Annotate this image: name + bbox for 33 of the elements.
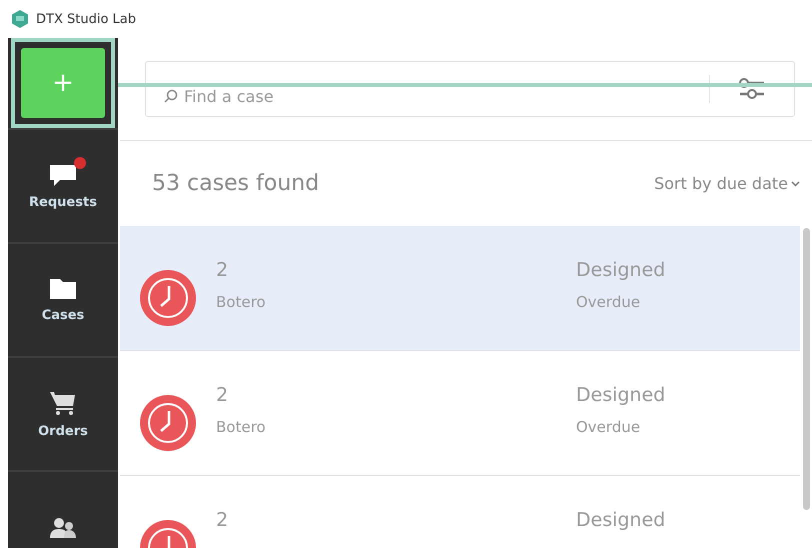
patient-name: Botero	[216, 292, 267, 312]
cart-icon	[49, 390, 77, 416]
sidebar-label: Cases	[42, 308, 84, 322]
case-number: 2	[216, 383, 230, 407]
case-number: 2	[216, 508, 230, 532]
sidebar-label: Requests	[29, 194, 97, 210]
chat-bubble-icon	[48, 162, 78, 186]
search-icon	[164, 89, 178, 103]
people-icon	[49, 516, 77, 540]
app-logo-icon	[12, 10, 28, 28]
search-box[interactable]: Find a case	[145, 61, 795, 117]
chevron-down-icon	[791, 180, 800, 186]
due-status: Overdue	[576, 417, 642, 437]
case-status: Designed	[576, 508, 666, 532]
clock-icon	[140, 270, 196, 326]
sidebar-label: Orders	[38, 424, 88, 438]
new-case-button[interactable]: +	[21, 48, 105, 118]
folder-icon	[49, 278, 77, 300]
sidebar-item[interactable]: Cases	[8, 242, 118, 356]
results-count: 53 cases found	[152, 171, 320, 196]
sidebar-item[interactable]: Requests	[8, 128, 118, 242]
patient-name: Botero	[216, 417, 267, 437]
sort-dropdown[interactable]: Sort by due date	[654, 174, 800, 193]
due-status: Overdue	[576, 292, 642, 312]
case-status: Designed	[576, 383, 666, 407]
window-title: DTX Studio Lab	[36, 12, 136, 26]
scrollbar[interactable]	[803, 228, 810, 510]
case-number: 2	[216, 258, 230, 282]
sidebar-item[interactable]: Orders	[8, 356, 118, 470]
clock-icon	[140, 395, 196, 451]
case-row[interactable]: 2 Botero Designed Overdue	[120, 226, 800, 351]
search-field[interactable]: Find a case	[184, 72, 709, 106]
case-status: Designed	[576, 258, 666, 282]
